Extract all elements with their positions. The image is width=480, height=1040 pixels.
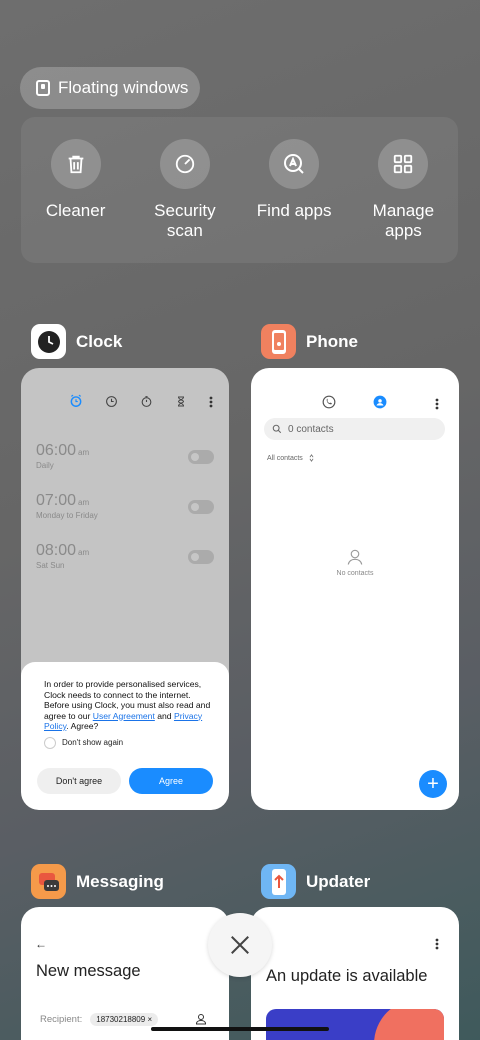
- alarm-row[interactable]: 07:00 am Monday to Friday: [36, 492, 214, 520]
- cleaner-label: Cleaner: [45, 201, 106, 220]
- cleaner-button[interactable]: Cleaner: [26, 139, 126, 263]
- alarm-time: 06:00: [36, 442, 77, 459]
- home-indicator[interactable]: [151, 1027, 329, 1031]
- alarm-ampm: am: [78, 448, 90, 457]
- phone-app-icon: [261, 324, 296, 359]
- remove-recipient-icon[interactable]: ×: [147, 1015, 152, 1024]
- dont-show-again-checkbox[interactable]: Don't show again: [44, 736, 215, 749]
- shield-scan-icon: [159, 139, 210, 189]
- messaging-app-header[interactable]: Messaging: [31, 864, 164, 899]
- phone-app-header[interactable]: Phone: [261, 324, 358, 359]
- more-icon[interactable]: [209, 395, 213, 413]
- alarm-time: 07:00: [36, 492, 77, 509]
- close-icon: [231, 936, 249, 954]
- phone-app-card[interactable]: 0 contacts All contacts No contacts +: [251, 368, 459, 810]
- security-scan-label: Security scan: [154, 201, 216, 240]
- alarm-repeat: Daily: [36, 461, 54, 470]
- recipient-number: 18730218809: [96, 1015, 146, 1024]
- alarm-row[interactable]: 06:00 am Daily: [36, 442, 214, 470]
- recipient-chip[interactable]: 18730218809 ×: [90, 1013, 159, 1026]
- contacts-search-input[interactable]: 0 contacts: [264, 418, 445, 440]
- filter-label: All contacts: [267, 454, 303, 462]
- update-available-title: An update is available: [266, 967, 428, 985]
- updater-app-card[interactable]: An update is available: [251, 907, 459, 1040]
- alarm-repeat: Monday to Friday: [36, 511, 98, 520]
- find-apps-label: Find apps: [256, 201, 332, 220]
- alarm-toggle[interactable]: [188, 500, 214, 514]
- clear-all-button[interactable]: [208, 913, 272, 977]
- alarm-tab-icon[interactable]: [69, 394, 83, 413]
- clock-app-header[interactable]: Clock: [31, 324, 122, 359]
- recipient-field[interactable]: Recipient: 18730218809 ×: [40, 1013, 159, 1026]
- alarm-toggle[interactable]: [188, 450, 214, 464]
- world-clock-tab-icon[interactable]: [105, 395, 118, 413]
- contacts-filter-dropdown[interactable]: All contacts: [267, 454, 314, 462]
- quick-actions-panel: Cleaner Security scan Find apps Manage a…: [21, 117, 458, 263]
- checkbox-circle[interactable]: [44, 736, 56, 749]
- clock-app-name: Clock: [76, 331, 123, 351]
- floating-windows-button[interactable]: Floating windows: [20, 67, 200, 109]
- alarm-time: 08:00: [36, 542, 77, 559]
- update-banner-image: [266, 1009, 444, 1040]
- alarm-repeat: Sat Sun: [36, 561, 65, 570]
- security-scan-button[interactable]: Security scan: [135, 139, 235, 263]
- search-placeholder: 0 contacts: [288, 423, 334, 435]
- no-contacts-label: No contacts: [336, 570, 374, 577]
- more-icon[interactable]: [435, 937, 439, 955]
- internet-consent-dialog: In order to provide personalised service…: [21, 662, 229, 810]
- grid-icon: [378, 139, 429, 189]
- back-arrow-icon[interactable]: ←: [35, 937, 47, 951]
- manage-apps-label: Manage apps: [372, 201, 435, 240]
- updater-app-header[interactable]: Updater: [261, 864, 370, 899]
- empty-state: No contacts: [251, 548, 459, 577]
- find-apps-icon: [269, 139, 320, 189]
- messaging-app-icon: [31, 864, 66, 899]
- messaging-app-name: Messaging: [76, 871, 164, 891]
- floating-windows-label: Floating windows: [58, 78, 189, 97]
- more-icon[interactable]: [435, 397, 439, 415]
- contacts-tab-icon[interactable]: [373, 395, 387, 414]
- user-agreement-link[interactable]: User Agreement: [93, 711, 155, 721]
- recipient-label: Recipient:: [40, 1014, 83, 1025]
- agree-button[interactable]: Agree: [129, 768, 213, 794]
- floating-window-icon: [36, 80, 50, 96]
- alarm-ampm: am: [78, 498, 90, 507]
- messaging-app-card[interactable]: ← New message Recipient: 18730218809 ×: [21, 907, 229, 1040]
- search-icon: [272, 424, 282, 434]
- new-message-title: New message: [36, 962, 141, 980]
- stopwatch-tab-icon[interactable]: [140, 395, 153, 413]
- recents-tab-icon[interactable]: [322, 395, 336, 414]
- clock-tabs: [69, 394, 213, 413]
- clock-app-card[interactable]: 06:00 am Daily 07:00 am Monday to Friday 0…: [21, 368, 229, 810]
- phone-app-name: Phone: [306, 331, 358, 351]
- updater-app-name: Updater: [306, 871, 371, 891]
- updater-app-icon: [261, 864, 296, 899]
- find-apps-button[interactable]: Find apps: [244, 139, 344, 263]
- person-icon: [347, 549, 363, 565]
- clock-app-icon: [31, 324, 66, 359]
- timer-tab-icon[interactable]: [175, 395, 187, 413]
- alarm-row[interactable]: 08:00 am Sat Sun: [36, 542, 214, 570]
- dialog-message: In order to provide personalised service…: [44, 679, 211, 731]
- dont-show-again-label: Don't show again: [62, 738, 124, 747]
- manage-apps-button[interactable]: Manage apps: [353, 139, 453, 263]
- add-contact-button[interactable]: +: [419, 770, 447, 798]
- sort-arrows-icon: [309, 454, 314, 462]
- alarm-ampm: am: [78, 548, 90, 557]
- trash-icon: [50, 139, 101, 189]
- alarm-toggle[interactable]: [188, 550, 214, 564]
- dont-agree-button[interactable]: Don't agree: [37, 768, 121, 794]
